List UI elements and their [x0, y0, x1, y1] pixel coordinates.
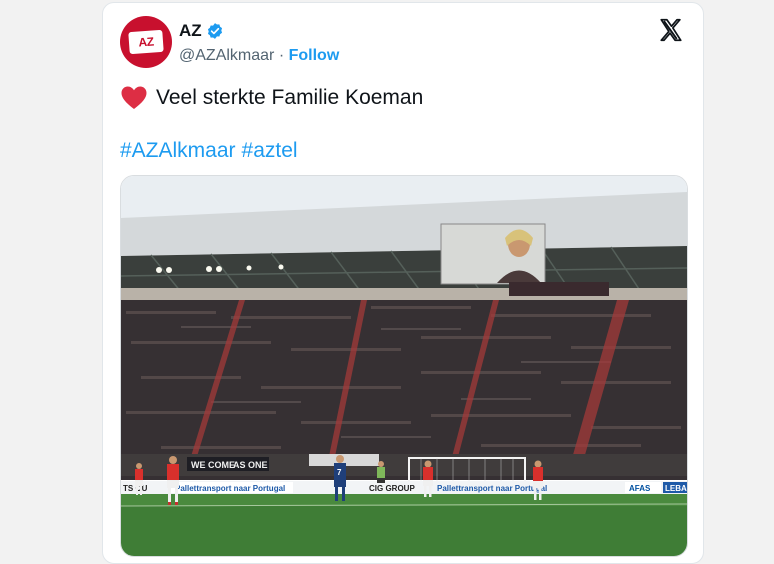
az-logo-icon[interactable]: AZ: [120, 16, 172, 68]
stadium-photo: WE COME AS ONE Pallettransport naar Port…: [121, 176, 687, 556]
author-name-row: AZ: [179, 21, 224, 41]
separator-dot: ·: [278, 47, 285, 64]
hashtags: #AZAlkmaar #aztel: [120, 139, 304, 163]
ad-board-1b-text: Pallettransport naar Portugal: [437, 484, 547, 493]
x-logo-icon[interactable]: [658, 17, 684, 43]
ad-board-2-text: CIG GROUP: [369, 484, 415, 493]
tweet-photo[interactable]: WE COME AS ONE Pallettransport naar Port…: [120, 175, 688, 557]
ad-board-1-text: Pallettransport naar Portugal: [175, 484, 285, 493]
verified-badge-icon: [207, 23, 222, 39]
hashtag-azalkmaar[interactable]: #AZAlkmaar: [120, 139, 236, 162]
player-number: 7: [337, 468, 342, 477]
tweet-card: AZ AZ @AZAlkmaar · Follow Veel sterkte F…: [102, 2, 704, 564]
fan-banner-text: WE COME: [191, 460, 235, 470]
follow-button[interactable]: Follow: [289, 47, 340, 64]
handle-row: @AZAlkmaar · Follow: [179, 47, 339, 65]
tweet-text-row: Veel sterkte Familie Koeman: [120, 85, 423, 111]
red-heart-icon: [121, 86, 147, 109]
upper-banner: [509, 282, 609, 296]
author-name[interactable]: AZ: [179, 21, 202, 41]
ad-board-3-text: AFAS: [629, 484, 651, 493]
avatar-badge: AZ: [128, 29, 164, 55]
hashtag-aztel[interactable]: #aztel: [242, 139, 298, 162]
fan-banner-text-2: AS ONE: [233, 460, 268, 470]
tweet-text: Veel sterkte Familie Koeman: [156, 86, 424, 109]
author-handle[interactable]: @AZAlkmaar: [179, 47, 274, 64]
avatar-text: AZ: [138, 34, 154, 50]
player-5: [377, 461, 385, 483]
ad-board-4-text: LEBA: [665, 484, 687, 493]
